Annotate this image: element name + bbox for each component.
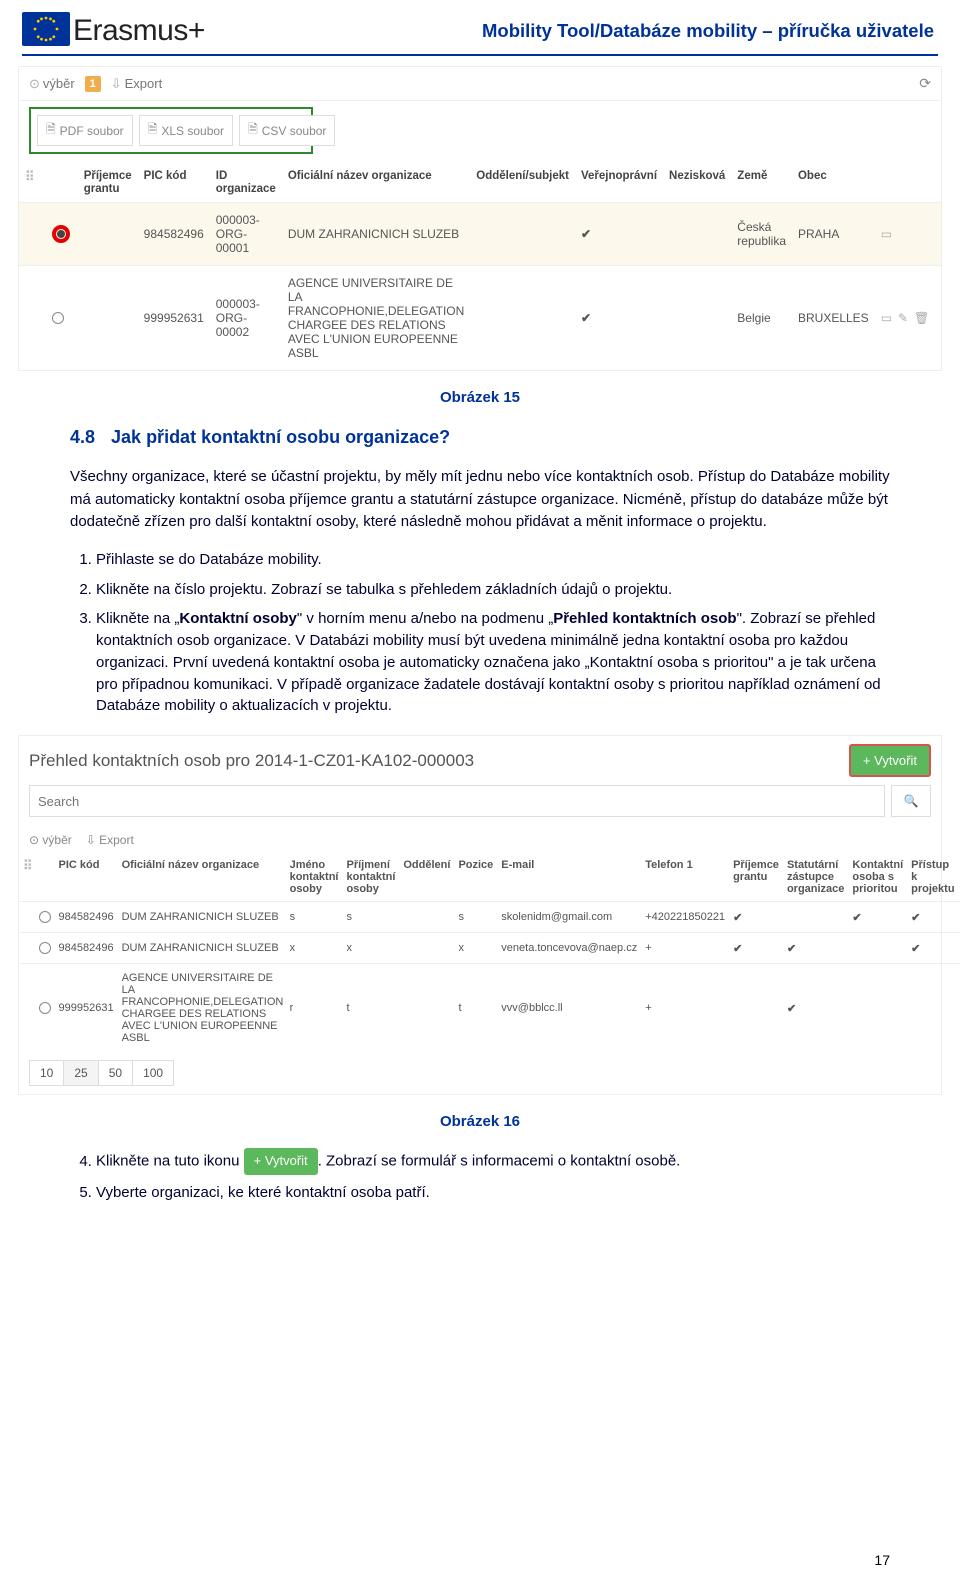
col-orgid: ID organizace [210, 164, 282, 203]
drag-handle-icon: ⠿ [23, 858, 31, 873]
drag-handle-icon: ⠿ [25, 169, 33, 184]
pagesize-100[interactable]: 100 [132, 1060, 174, 1086]
figure-caption-15: Obrázek 15 [0, 389, 960, 406]
refresh-icon[interactable]: ⟳ [919, 75, 931, 92]
search-input[interactable] [29, 785, 885, 817]
pagesize-10[interactable]: 10 [29, 1060, 64, 1086]
document-header-title: Mobility Tool/Databáze mobility – příruč… [205, 20, 938, 42]
pagesize-50[interactable]: 50 [98, 1060, 133, 1086]
col-name: Oficiální název organizace [282, 164, 470, 203]
export-label: ⇩Export [111, 76, 162, 92]
col-nonprofit: Nezisková [663, 164, 731, 203]
table-row[interactable]: 999952631 000003-ORG-00002 AGENCE UNIVER… [19, 266, 941, 371]
table-row[interactable]: 984582496 DUM ZAHRANICNICH SLUZEB x x x … [19, 933, 960, 964]
table-row[interactable]: 984582496 DUM ZAHRANICNICH SLUZEB s s s … [19, 902, 960, 933]
step-3: Klikněte na „Kontaktní osoby" v horním m… [96, 608, 890, 717]
radio-unselected[interactable] [39, 911, 51, 923]
pagesize-25[interactable]: 25 [63, 1060, 98, 1086]
step-5: Vyberte organizaci, ke které kontaktní o… [96, 1182, 890, 1204]
header-divider [22, 54, 938, 56]
create-button-highlighted[interactable]: + Vytvořit [849, 744, 931, 777]
section-intro-paragraph: Všechny organizace, které se účastní pro… [70, 466, 890, 534]
table-row[interactable]: 984582496 000003-ORG-00001 DUM ZAHRANICN… [19, 203, 941, 266]
eu-flag-icon [22, 12, 70, 46]
step-4: Klikněte na tuto ikonu + Vytvořit. Zobra… [96, 1148, 890, 1175]
export-options-highlight: 🗎 PDF soubor 🗎 XLS soubor 🗎 CSV soubor [29, 107, 313, 154]
select-label: ⊙výběr [29, 76, 75, 92]
col-public: Veřejnoprávní [575, 164, 663, 203]
step-2: Klikněte na číslo projektu. Zobrazí se t… [96, 579, 890, 601]
selection-count-badge: 1 [85, 76, 101, 92]
brand-logo: Erasmus+ [73, 14, 205, 48]
view-icon[interactable]: ▭ [881, 227, 892, 241]
contacts-title: Přehled kontaktních osob pro 2014-1-CZ01… [29, 751, 474, 771]
select-label: ⊙ výběr [29, 833, 72, 847]
radio-unselected[interactable] [39, 942, 51, 954]
create-button-inline: + Vytvořit [244, 1148, 318, 1175]
col-pic: PIC kód [138, 164, 210, 203]
view-icon[interactable]: ▭ [881, 311, 892, 325]
search-button[interactable]: 🔍 [891, 785, 931, 817]
page-size-selector: 10 25 50 100 [19, 1052, 941, 1094]
step-1: Přihlaste se do Databáze mobility. [96, 549, 890, 571]
edit-icon[interactable]: ✎ [898, 311, 908, 325]
figure-caption-16: Obrázek 16 [0, 1113, 960, 1130]
export-csv-button[interactable]: 🗎 CSV soubor [239, 115, 335, 146]
delete-icon[interactable]: 🗑 [914, 311, 929, 325]
col-country: Země [731, 164, 792, 203]
export-pdf-button[interactable]: 🗎 PDF soubor [37, 115, 133, 146]
export-label: ⇩ Export [86, 833, 134, 847]
section-heading: 4.8Jak přidat kontaktní osobu organizace… [70, 424, 890, 451]
radio-unselected[interactable] [39, 1002, 51, 1014]
col-city: Obec [792, 164, 875, 203]
screenshot-contacts-table: Přehled kontaktních osob pro 2014-1-CZ01… [18, 735, 942, 1095]
col-prij: Příjemce grantu [78, 164, 138, 203]
export-xls-button[interactable]: 🗎 XLS soubor [139, 115, 233, 146]
radio-unselected[interactable] [52, 312, 64, 324]
col-dept: Oddělení/subjekt [470, 164, 575, 203]
page-number: 17 [874, 1552, 890, 1568]
screenshot-organizations-table: ⊙výběr 1 ⇩Export ⟳ 🗎 PDF soubor 🗎 XLS so… [18, 66, 942, 371]
radio-selected-highlight[interactable] [52, 225, 70, 243]
table-row[interactable]: 999952631 AGENCE UNIVERSITAIRE DE LA FRA… [19, 964, 960, 1053]
